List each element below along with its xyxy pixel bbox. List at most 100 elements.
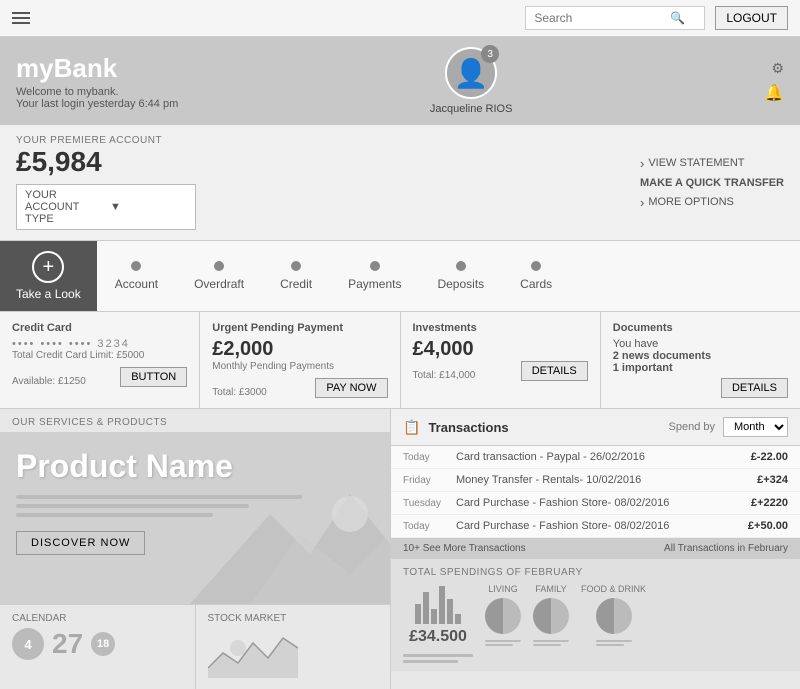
credit-card-title: Credit Card bbox=[12, 322, 187, 334]
documents-summary: Documents You have 2 news documents 1 im… bbox=[601, 312, 800, 408]
tab-cards-label: Cards bbox=[520, 277, 552, 291]
take-look-icon: + bbox=[32, 251, 64, 283]
settings-icon[interactable]: ⚙ bbox=[771, 60, 784, 77]
category-circle bbox=[485, 598, 521, 634]
spending-bars bbox=[415, 584, 461, 624]
stock-chart bbox=[208, 628, 298, 678]
trans-desc: Card Purchase - Fashion Store- 08/02/201… bbox=[456, 520, 740, 532]
header-actions: ⚙ 🔔 bbox=[764, 60, 784, 103]
calendar-label: CALENDAR bbox=[12, 613, 183, 624]
tab-account-label: Account bbox=[115, 277, 158, 291]
quick-transfer-label[interactable]: MAKE A QUICK TRANSFER bbox=[640, 177, 784, 189]
bar bbox=[447, 599, 453, 624]
nav-tabs: + Take a Look Account Overdraft Credit P… bbox=[0, 241, 800, 312]
see-more-transactions[interactable]: 10+ See More Transactions All Transactio… bbox=[391, 538, 800, 559]
transaction-list: Today Card transaction - Paypal - 26/02/… bbox=[391, 446, 800, 538]
category-label: FAMILY bbox=[535, 584, 566, 594]
calendar-section: CALENDAR 4 27 18 bbox=[0, 605, 196, 689]
spending-title: TOTAL SPENDINGS OF FEBRUARY bbox=[403, 567, 788, 578]
avatar: 👤 3 bbox=[445, 47, 497, 99]
see-more-label: 10+ See More Transactions bbox=[403, 543, 526, 554]
trans-day: Today bbox=[403, 452, 448, 463]
pay-now-button[interactable]: PAY NOW bbox=[315, 378, 387, 398]
right-panel: 📋 Transactions Spend by Month Today Card… bbox=[390, 409, 800, 689]
spending-amount: £34.500 bbox=[409, 628, 467, 646]
trans-day: Friday bbox=[403, 475, 448, 486]
trans-day: Tuesday bbox=[403, 498, 448, 509]
pending-sub: Monthly Pending Payments bbox=[212, 361, 387, 372]
tab-credit[interactable]: Credit bbox=[262, 247, 330, 305]
header-brand-area: myBank Welcome to mybank. Your last logi… bbox=[16, 53, 178, 110]
cat-lines bbox=[596, 640, 632, 646]
transaction-row: Today Card Purchase - Fashion Store- 08/… bbox=[391, 515, 800, 538]
tab-overdraft[interactable]: Overdraft bbox=[176, 247, 262, 305]
cat-lines bbox=[485, 640, 521, 646]
pending-title: Urgent Pending Payment bbox=[212, 322, 387, 334]
pending-total: Total: £3000 bbox=[212, 387, 267, 398]
search-icon: 🔍 bbox=[670, 11, 685, 25]
search-box[interactable]: 🔍 bbox=[525, 6, 705, 30]
top-bar: 🔍 LOGOUT bbox=[0, 0, 800, 37]
take-look-label: Take a Look bbox=[16, 287, 81, 301]
investments-details-button[interactable]: DETAILS bbox=[521, 361, 588, 381]
tab-payments-label: Payments bbox=[348, 277, 401, 291]
discover-button[interactable]: DISCOVER NOW bbox=[16, 531, 145, 555]
spend-by-select[interactable]: Month bbox=[723, 417, 788, 437]
account-balance: £5,984 bbox=[16, 146, 610, 178]
documents-text: You have 2 news documents 1 important bbox=[613, 338, 788, 374]
tab-payments[interactable]: Payments bbox=[330, 247, 419, 305]
account-label: YOUR PREMIERE ACCOUNT bbox=[16, 135, 610, 146]
more-options-link[interactable]: MORE OPTIONS bbox=[640, 195, 784, 210]
stock-market-section: STOCK MARKET bbox=[196, 605, 391, 689]
account-info: YOUR PREMIERE ACCOUNT £5,984 YOUR ACCOUN… bbox=[16, 135, 610, 230]
category-label: FOOD & DRINK bbox=[581, 584, 646, 594]
investments-title: Investments bbox=[413, 322, 588, 334]
calendar-num1: 4 bbox=[12, 628, 44, 660]
pending-payment-summary: Urgent Pending Payment £2,000 Monthly Pe… bbox=[200, 312, 400, 408]
bell-icon[interactable]: 🔔 bbox=[764, 83, 784, 103]
welcome-text: Welcome to mybank. Your last login yeste… bbox=[16, 86, 178, 110]
search-input[interactable] bbox=[534, 11, 664, 25]
spending-line bbox=[403, 654, 473, 657]
bar bbox=[455, 614, 461, 624]
credit-card-button[interactable]: BUTTON bbox=[120, 367, 187, 387]
pending-amount: £2,000 bbox=[212, 338, 387, 361]
transactions-title: Transactions bbox=[428, 420, 660, 435]
all-february-label: All Transactions in February bbox=[664, 543, 788, 554]
main-content: OUR SERVICES & PRODUCTS Product Name DIS… bbox=[0, 409, 800, 689]
transactions-icon: 📋 bbox=[403, 419, 420, 436]
tab-dot bbox=[370, 261, 380, 271]
trans-amount: £-22.00 bbox=[751, 451, 788, 463]
account-panel: YOUR PREMIERE ACCOUNT £5,984 YOUR ACCOUN… bbox=[0, 125, 800, 241]
credit-card-number: •••• •••• •••• 3234 bbox=[12, 338, 187, 350]
tab-cards[interactable]: Cards bbox=[502, 247, 570, 305]
calendar-num3: 18 bbox=[91, 632, 115, 656]
view-statement-link[interactable]: VIEW STATEMENT bbox=[640, 156, 784, 171]
documents-details-button[interactable]: DETAILS bbox=[721, 378, 788, 398]
user-avatar-area: 👤 3 Jacqueline RIOS bbox=[430, 47, 513, 115]
tab-credit-label: Credit bbox=[280, 277, 312, 291]
transactions-header: 📋 Transactions Spend by Month bbox=[391, 409, 800, 446]
summary-cards: Credit Card •••• •••• •••• 3234 Total Cr… bbox=[0, 312, 800, 409]
investments-total: Total: £14,000 bbox=[413, 370, 476, 381]
trans-amount: £+50.00 bbox=[748, 520, 788, 532]
account-type-label: YOUR ACCOUNT TYPE bbox=[25, 189, 102, 225]
spending-category-living: LIVING bbox=[485, 584, 521, 646]
services-header: OUR SERVICES & PRODUCTS bbox=[0, 409, 390, 432]
trans-amount: £+2220 bbox=[751, 497, 788, 509]
category-circle bbox=[596, 598, 632, 634]
tab-deposits[interactable]: Deposits bbox=[419, 247, 502, 305]
tab-account[interactable]: Account bbox=[97, 247, 176, 305]
tab-take-look[interactable]: + Take a Look bbox=[0, 241, 97, 311]
stock-label: STOCK MARKET bbox=[208, 613, 379, 624]
product-name: Product Name bbox=[16, 448, 374, 485]
logout-button[interactable]: LOGOUT bbox=[715, 6, 788, 30]
cat-lines bbox=[533, 640, 569, 646]
account-actions: VIEW STATEMENT MAKE A QUICK TRANSFER MOR… bbox=[640, 135, 784, 230]
documents-title: Documents bbox=[613, 322, 788, 334]
menu-icon[interactable] bbox=[12, 12, 30, 24]
header: myBank Welcome to mybank. Your last logi… bbox=[0, 37, 800, 125]
product-line bbox=[16, 513, 213, 517]
trans-day: Today bbox=[403, 521, 448, 532]
account-type-select[interactable]: YOUR ACCOUNT TYPE ▼ bbox=[16, 184, 196, 230]
